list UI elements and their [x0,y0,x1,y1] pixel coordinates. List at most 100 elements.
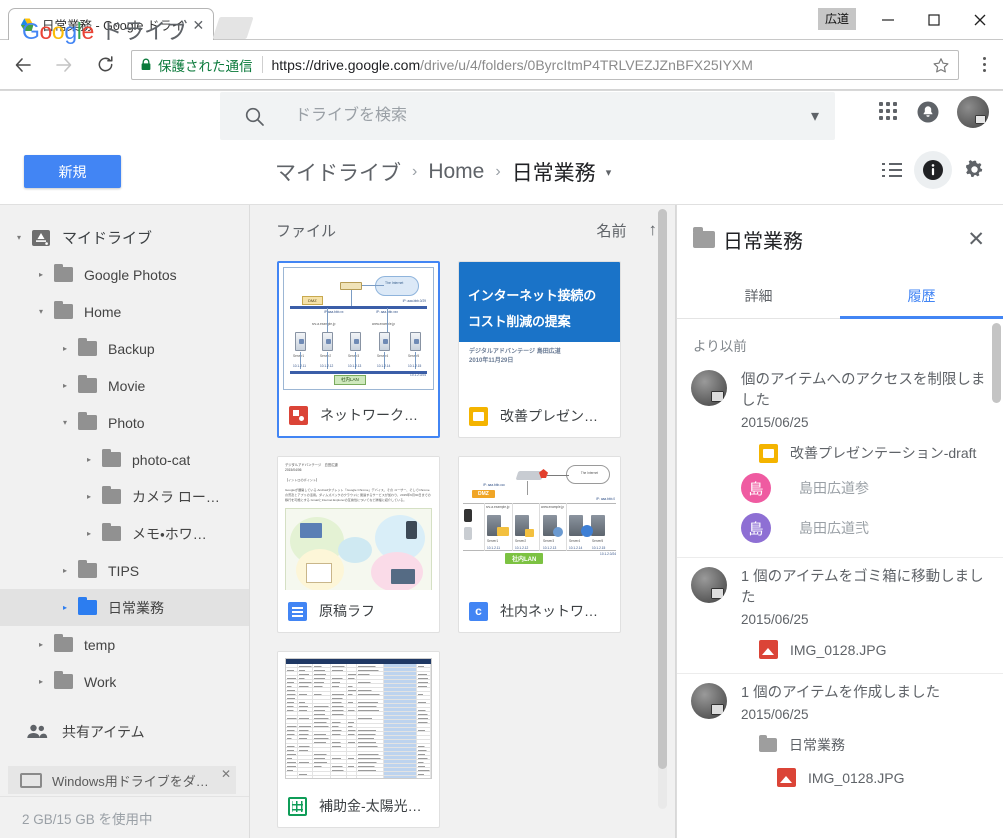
sidebar-item-photo-cat[interactable]: ▸ photo-cat [0,441,249,478]
sort-by-name-button[interactable]: 名前 [596,220,626,241]
sidebar-item-backup[interactable]: ▸ Backup [0,330,249,367]
search-bar[interactable]: ▾ [220,92,835,140]
sidebar-item-label: Photo [108,415,145,431]
twisty-icon[interactable]: ▸ [56,377,74,395]
twisty-icon[interactable]: ▾ [32,303,50,321]
file-card[interactable]: The Internet DMZ IP: aaa.bbb.0/29 IP:aaa… [277,261,440,438]
file-card[interactable]: The Internet IP: aaa.bbb.ccc DMZ IP: aaa… [458,456,621,633]
apps-grid-icon[interactable] [879,102,899,122]
sheet-cell [347,732,357,735]
history-event-date: 2015/06/25 [741,612,989,627]
history-event-folder[interactable]: 日常業務 [741,735,989,755]
breadcrumb-item-home[interactable]: Home [428,160,484,184]
file-card[interactable]: デジタルアドバンテージ 島田広道 2015/04/06 【イントロのポイント】 G… [277,456,440,633]
sheet-cell [347,776,357,779]
history-event-file[interactable]: IMG_0128.JPG [741,640,989,659]
ime-indicator[interactable]: 広道 [818,8,856,30]
twisty-icon[interactable]: ▸ [56,340,74,358]
twisty-icon[interactable]: ▸ [80,451,98,469]
sidebar-item-movie[interactable]: ▸ Movie [0,367,249,404]
sidebar-item-nichijo-gyomu[interactable]: ▸ 日常業務 [0,589,249,626]
details-info-icon[interactable] [914,151,952,189]
twisty-icon[interactable]: ▸ [80,525,98,543]
twisty-icon[interactable]: ▸ [32,266,50,284]
tab-history[interactable]: 履歴 [840,273,1003,318]
history-event[interactable]: 1 個のアイテムを作成しました 2015/06/25 日常業務 IMG_0128… [677,674,1003,801]
new-button[interactable]: 新規 [24,155,121,188]
close-icon[interactable] [957,0,1003,40]
file-pane-scrollbar[interactable] [658,209,667,809]
sheet-cell [298,680,313,683]
sidebar-item-memo-whiteboard[interactable]: ▸ メモ・ホワ… [0,515,249,552]
forward-icon[interactable] [46,47,82,83]
sidebar-item-work[interactable]: ▸ Work [0,663,249,700]
google-drive-logo[interactable]: Google ドライブ [22,14,187,46]
address-bar[interactable]: 保護された通信 https://drive.google.com/drive/u… [131,50,959,80]
new-tab-button[interactable] [213,17,254,39]
list-view-icon[interactable] [882,163,902,177]
chevron-down-icon[interactable]: ▾ [606,166,612,179]
sheet-cell [417,760,431,763]
bookmark-star-icon[interactable] [932,57,950,75]
sidebar-item-home[interactable]: ▾ Home [0,293,249,330]
window-controls [865,0,1003,40]
sidebar-item-tips[interactable]: ▸ TIPS [0,552,249,589]
chevron-down-icon[interactable]: ▾ [795,106,835,126]
sheet-cell [417,692,431,695]
lock-icon [140,58,152,71]
sort-direction-icon[interactable]: ↑ [649,220,658,240]
sheet-cell [384,684,418,687]
sidebar-item-photo[interactable]: ▾ Photo [0,404,249,441]
drive-download-banner[interactable]: Windows用ドライブをダ… ✕ [8,766,236,794]
sheet-cell [286,720,298,723]
sheet-cell [313,740,331,743]
sheet-cell [347,672,357,675]
search-input[interactable] [293,106,795,126]
twisty-icon[interactable]: ▸ [56,562,74,580]
twisty-icon[interactable]: ▸ [80,488,98,506]
folder-icon [78,600,97,615]
twisty-icon[interactable]: ▸ [32,673,50,691]
sidebar-item-shared[interactable]: 共有アイテム [0,709,249,754]
history-event[interactable]: 1 個のアイテムをゴミ箱に移動しました 2015/06/25 IMG_0128.… [677,558,1003,674]
chrome-menu-icon[interactable] [969,47,999,83]
sheet-cell [298,776,313,779]
notifications-bell-icon[interactable] [917,101,939,123]
twisty-icon[interactable]: ▾ [10,229,28,247]
sidebar-item-camera-roll[interactable]: ▸ カメラ ロー… [0,478,249,515]
sheet-row [286,776,431,779]
sidebar-item-mydrive[interactable]: ▾ マイドライブ [0,219,249,256]
close-icon[interactable]: ✕ [963,225,989,254]
history-event-file[interactable]: 改善プレゼンテーション-draft [741,443,989,463]
sheet-cell [298,720,313,723]
file-name: IMG_0128.JPG [790,642,887,658]
tab-details[interactable]: 詳細 [677,273,840,318]
reload-icon[interactable] [87,47,123,83]
sidebar-item-google-photos[interactable]: ▸ Google Photos [0,256,249,293]
file-card-footer: 補助金-太陽光… [278,785,439,827]
twisty-icon[interactable]: ▸ [32,636,50,654]
breadcrumb-item-mydrive[interactable]: マイドライブ [275,157,401,187]
account-avatar[interactable] [957,96,989,128]
sheet-cell [347,688,357,691]
twisty-icon[interactable]: ▸ [56,599,74,617]
file-card[interactable]: インターネット接続の コスト削減の提案 デジタルアドバンテージ 島田広道 201… [458,261,621,438]
back-icon[interactable] [5,47,41,83]
history-event[interactable]: 個のアイテムへのアクセスを制限しました 2015/06/25 改善プレゼンテーシ… [677,361,1003,558]
history-event-file[interactable]: IMG_0128.JPG [741,768,989,787]
details-pane-scrollbar[interactable] [992,323,1001,403]
banner-close-icon[interactable]: ✕ [221,767,231,781]
history-list: より以前 個のアイテムへのアクセスを制限しました 2015/06/25 改善プレ… [677,319,1003,801]
tab-close-icon[interactable]: ✕ [191,18,205,32]
url-origin: https://drive.google.com [272,57,421,73]
file-card[interactable]: 補助金-太陽光… [277,651,440,828]
sidebar-item-temp[interactable]: ▸ temp [0,626,249,663]
sidebar-item-label: Home [84,304,121,320]
minimize-icon[interactable] [865,0,911,40]
sheet-cell [357,688,384,691]
maximize-icon[interactable] [911,0,957,40]
twisty-icon[interactable]: ▾ [56,414,74,432]
breadcrumb-item-current[interactable]: 日常業務 [512,157,596,187]
sheet-cell [357,728,384,731]
settings-gear-icon[interactable] [964,159,985,180]
